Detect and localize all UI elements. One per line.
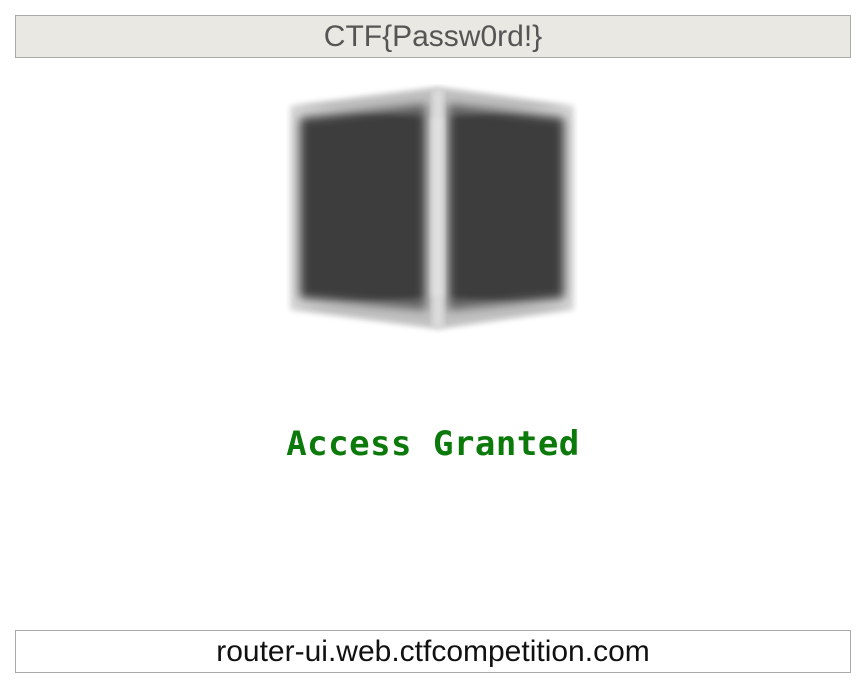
cube-graphic [286,84,578,334]
flag-text: CTF{Passw0rd!} [323,19,543,53]
hostname-bar: router-ui.web.ctfcompetition.com [15,630,851,673]
flag-banner: CTF{Passw0rd!} [15,15,851,58]
hostname-text: router-ui.web.ctfcompetition.com [216,634,650,668]
page: CTF{Passw0rd!} Access Granted router-ui.… [0,0,866,683]
cube-icon [290,87,574,329]
access-status-text: Access Granted [286,424,580,464]
